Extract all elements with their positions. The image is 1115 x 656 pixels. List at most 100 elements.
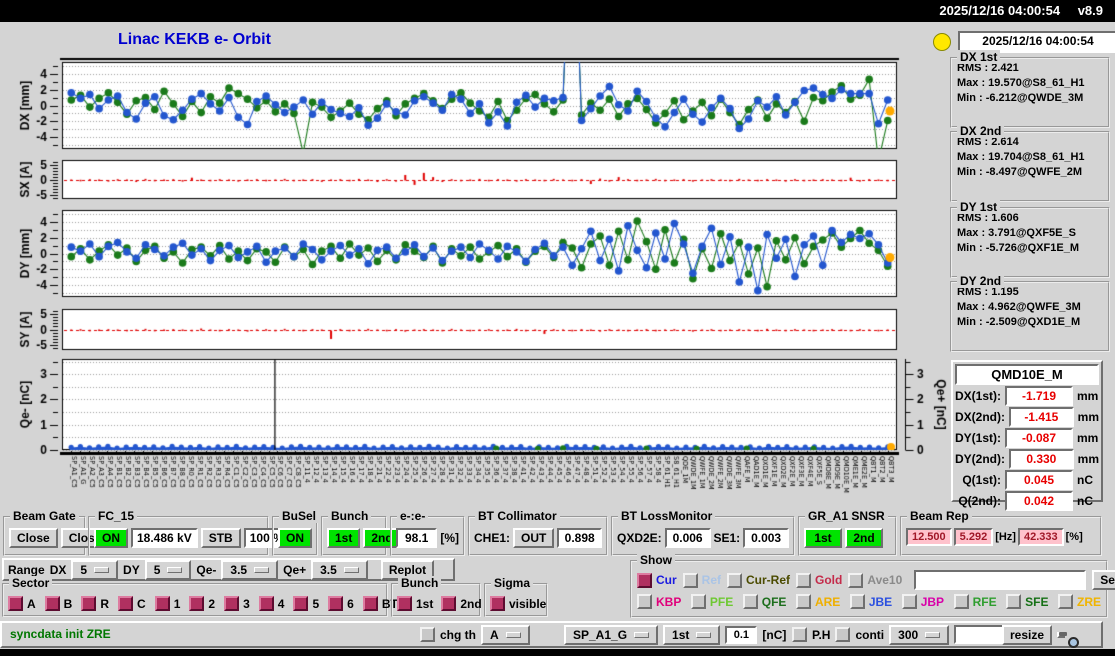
bunch-1st-button[interactable]: 1st bbox=[327, 528, 361, 548]
checkbox-indicator[interactable] bbox=[682, 572, 698, 588]
qmd-row-label: DX(1st): bbox=[954, 389, 1001, 403]
checkbox-indicator[interactable] bbox=[224, 596, 240, 611]
sector-checkbox-1[interactable]: 1 bbox=[154, 596, 180, 611]
show-checkbox-qfe[interactable]: QFE bbox=[742, 594, 786, 609]
fc15-on-button[interactable]: ON bbox=[94, 528, 128, 548]
range-qe-minus-dropdown[interactable]: 3.5 bbox=[221, 559, 279, 580]
checkbox-indicator[interactable] bbox=[796, 572, 812, 588]
gr-snsr-1st-button[interactable]: 1st bbox=[804, 528, 842, 548]
checkbox-indicator[interactable] bbox=[258, 596, 274, 611]
stats-group-dx2: DX 2nd RMS : 2.614 Max : 19.704@S8_61_H1… bbox=[950, 124, 1110, 202]
sector-checkbox-b[interactable]: B bbox=[44, 596, 72, 611]
checkbox-label: RFE bbox=[972, 594, 997, 609]
show-checkbox-jbp[interactable]: JBP bbox=[901, 594, 944, 609]
bt-collimator-group: BT Collimator CHE1: OUT 0.898 bbox=[468, 509, 608, 556]
show-checkbox-cur-ref[interactable]: Cur-Ref bbox=[727, 572, 790, 588]
range-dy-dropdown[interactable]: 5 bbox=[144, 559, 192, 580]
checkbox-indicator[interactable] bbox=[328, 596, 344, 611]
sector-checkbox-3[interactable]: 3 bbox=[224, 596, 250, 611]
sector-checkbox-c[interactable]: C bbox=[118, 596, 146, 611]
sector-checkbox-r[interactable]: R bbox=[81, 596, 109, 611]
plot-options-section: P.H conti 300 bbox=[792, 624, 1025, 645]
sector-checkbox-4[interactable]: 4 bbox=[258, 596, 284, 611]
ref-name-input[interactable] bbox=[914, 570, 1087, 590]
screenshot-button[interactable] bbox=[1057, 631, 1066, 638]
titlebar-datetime: 2025/12/16 04:00:54 bbox=[939, 3, 1061, 18]
bunch-select-dropdown[interactable]: 1st bbox=[663, 624, 721, 645]
che1-out-button[interactable]: OUT bbox=[513, 528, 555, 548]
checkbox-indicator[interactable] bbox=[154, 596, 170, 611]
set-ref-button[interactable]: Set Ref bbox=[1092, 570, 1115, 590]
range-dx-dropdown[interactable]: 5 bbox=[71, 559, 119, 580]
group-label: DY 1st bbox=[957, 200, 1001, 214]
checkbox-indicator[interactable] bbox=[44, 596, 60, 611]
fc15-stb-button[interactable]: STB bbox=[200, 528, 241, 548]
sp-select-dropdown[interactable]: SP_A1_G bbox=[564, 624, 659, 645]
checkbox-indicator[interactable] bbox=[727, 572, 743, 588]
stat-max: Max : 3.791@QXF5E_S bbox=[957, 227, 1076, 239]
checkbox-indicator[interactable] bbox=[848, 572, 864, 588]
chg-th-label: chg th bbox=[440, 627, 476, 642]
sigma-group: Sigma visible bbox=[484, 576, 548, 617]
checkbox-indicator[interactable] bbox=[742, 594, 758, 609]
checkbox-indicator[interactable] bbox=[441, 596, 457, 611]
stat-min: Min : -2.509@QXD1E_M bbox=[957, 316, 1081, 328]
bt-lossmonitor-group: BT LossMonitor QXD2E: 0.006 SE1: 0.003 bbox=[611, 509, 795, 556]
qmd-row-unit: mm bbox=[1077, 410, 1099, 424]
show-checkbox-gold[interactable]: Gold bbox=[796, 572, 842, 588]
qmd-row: DY(1st): -0.087 mm bbox=[955, 428, 1099, 448]
chg-th-checkbox[interactable] bbox=[420, 627, 435, 642]
show-checkbox-rfe[interactable]: RFE bbox=[953, 594, 997, 609]
checkbox-indicator[interactable] bbox=[490, 596, 505, 611]
checkbox-indicator[interactable] bbox=[118, 596, 134, 611]
show-checkbox-jbe[interactable]: JBE bbox=[849, 594, 892, 609]
stats-group-dy2: DY 2nd RMS : 1.195 Max : 4.962@QWFE_3M M… bbox=[950, 274, 1110, 352]
sector-checkbox-a[interactable]: A bbox=[8, 596, 36, 611]
sector-checkbox-6[interactable]: 6 bbox=[328, 596, 354, 611]
group-label: FC_15 bbox=[95, 509, 138, 523]
resize-button[interactable]: resize bbox=[1002, 624, 1053, 645]
checkbox-indicator[interactable] bbox=[1057, 594, 1073, 609]
sector-checkbox-2[interactable]: 2 bbox=[189, 596, 215, 611]
checkbox-indicator[interactable] bbox=[81, 596, 97, 611]
threshold-field[interactable]: 0.1 bbox=[725, 625, 758, 644]
show-checkbox-kbp[interactable]: KBP bbox=[637, 594, 681, 609]
checkbox-indicator[interactable] bbox=[901, 594, 917, 609]
show-checkbox-ave10[interactable]: Ave10 bbox=[848, 572, 902, 588]
fc15-group: FC_15 ON 18.486 kV STB 100 % bbox=[88, 509, 290, 556]
show-checkbox-pfe[interactable]: PFE bbox=[690, 594, 733, 609]
points-dropdown[interactable]: 300 bbox=[889, 624, 950, 645]
checkbox-indicator[interactable] bbox=[362, 596, 378, 611]
bunch-checkbox-1st[interactable]: 1st bbox=[397, 596, 433, 611]
gr-snsr-2nd-button[interactable]: 2nd bbox=[845, 528, 883, 548]
checkbox-indicator[interactable] bbox=[8, 596, 23, 611]
checkbox-indicator[interactable] bbox=[637, 594, 652, 609]
checkbox-indicator[interactable] bbox=[1006, 594, 1022, 609]
qmd-row-label: Q(1st): bbox=[962, 473, 1001, 487]
checkbox-indicator[interactable] bbox=[293, 596, 309, 611]
show-checkbox-are[interactable]: ARE bbox=[795, 594, 840, 609]
beam-gate-close-button-1[interactable]: Close bbox=[9, 528, 58, 548]
checkbox-indicator[interactable] bbox=[189, 596, 205, 611]
qmd-row-unit: nC bbox=[1077, 494, 1093, 508]
sector-checkbox-5[interactable]: 5 bbox=[293, 596, 319, 611]
show-checkbox-zre[interactable]: ZRE bbox=[1057, 594, 1101, 609]
show-checkbox-cur[interactable]: Cur bbox=[637, 572, 677, 588]
checkbox-indicator[interactable] bbox=[690, 594, 706, 609]
ph-checkbox[interactable] bbox=[792, 627, 807, 642]
checkbox-indicator[interactable] bbox=[795, 594, 811, 609]
orbit-charts-canvas bbox=[0, 55, 948, 517]
busel-on-button[interactable]: ON bbox=[278, 528, 312, 548]
checkbox-indicator[interactable] bbox=[953, 594, 969, 609]
bunch-checkbox-2nd[interactable]: 2nd bbox=[441, 596, 482, 611]
checkbox-indicator[interactable] bbox=[849, 594, 865, 609]
checkbox-indicator[interactable] bbox=[397, 596, 412, 611]
show-checkbox-sfe[interactable]: SFE bbox=[1006, 594, 1048, 609]
sigma-checkbox-visible[interactable]: visible bbox=[490, 596, 546, 611]
checkbox-indicator[interactable] bbox=[637, 572, 652, 588]
beam-rep-field-2: 5.292 bbox=[953, 528, 994, 546]
chg-th-dropdown[interactable]: A bbox=[481, 624, 530, 645]
range-qe-plus-dropdown[interactable]: 3.5 bbox=[311, 559, 368, 580]
conti-checkbox[interactable] bbox=[835, 627, 851, 642]
show-checkbox-ref[interactable]: Ref bbox=[682, 572, 721, 588]
